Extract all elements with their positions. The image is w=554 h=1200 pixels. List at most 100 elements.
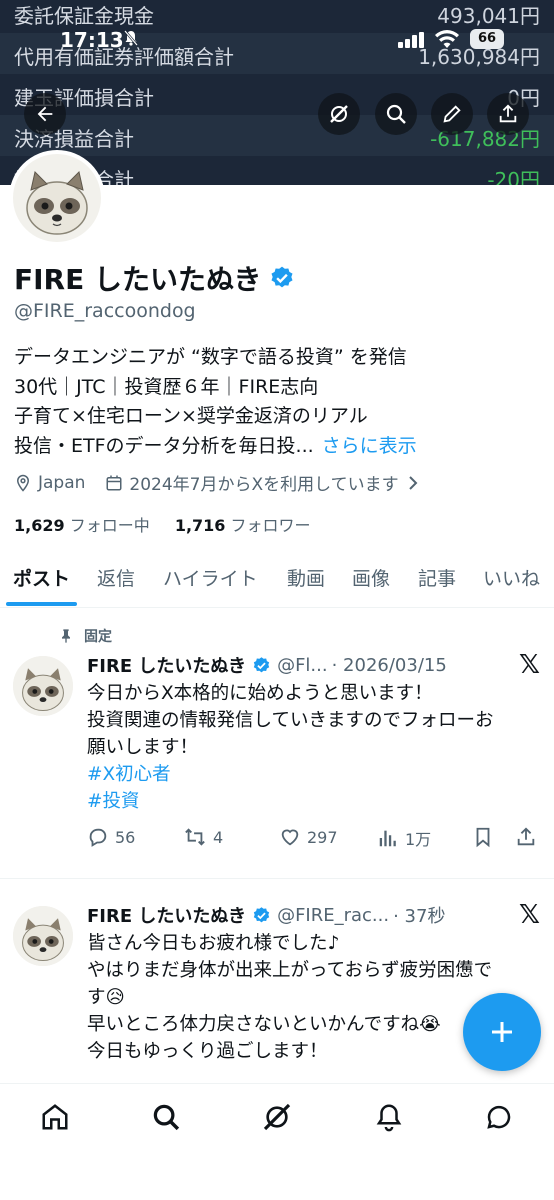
post-line: 願いします！ (87, 737, 199, 758)
bio-line: 30代｜JTC｜投資歴６年｜FIRE志向 (14, 375, 319, 398)
post-avatar[interactable] (13, 906, 73, 966)
followers-link[interactable]: 1,716 フォロワー (175, 516, 311, 535)
share-icon (517, 827, 535, 846)
profile-name: FIRE したいたぬき (14, 258, 295, 298)
pencil-icon (443, 105, 461, 123)
following-link[interactable]: 1,629 フォロー中 (14, 516, 150, 535)
post-time[interactable]: · 37秒 (393, 902, 445, 928)
calendar-icon (106, 475, 122, 490)
like-button[interactable]: 297 (279, 826, 338, 848)
nav-grok[interactable] (260, 1100, 294, 1134)
reply-icon (89, 828, 107, 847)
bell-icon (376, 1104, 402, 1132)
grok-icon (330, 105, 348, 123)
post-actions: 56 4 297 1万 (87, 826, 537, 850)
raccoon-dog-avatar-icon (13, 906, 73, 966)
share-icon (499, 104, 517, 123)
post-line: す😥 (87, 987, 125, 1008)
search-button[interactable] (375, 93, 417, 135)
share-button[interactable] (487, 93, 529, 135)
tab-replies[interactable]: 返信 (97, 564, 135, 591)
verified-badge-icon (271, 266, 293, 288)
repost-icon (185, 828, 205, 846)
followers-count: 1,716 (174, 516, 226, 535)
hashtag-link[interactable]: #X初心者 (87, 761, 537, 788)
hashtag-link[interactable]: #投資 (87, 788, 537, 815)
status-bar: 17:13 66 (0, 0, 554, 60)
bio-line: 投信・ETFのデータ分析を毎日投... (14, 434, 314, 457)
post-header: FIRE したいたぬき @Fl... · 2026/03/15 (87, 652, 447, 678)
profile-meta: Japan 2024年7月からXを利用しています (14, 470, 425, 495)
home-icon (42, 1104, 68, 1130)
nav-search[interactable] (149, 1100, 183, 1134)
post-text: 今日からX本格的に始めようと思います！ 投資関連の情報発信していきますのでフォロ… (87, 680, 537, 815)
profile-name-text: FIRE したいたぬき (14, 263, 262, 296)
following-label: フォロー中 (69, 516, 150, 535)
x-logo-icon[interactable]: 𝕏 (519, 650, 540, 680)
post-line: やはりまだ身体が出来上がっておらず疲労困憊で (87, 960, 493, 981)
following-count: 1,629 (14, 516, 65, 535)
pinned-indicator: 固定 (58, 626, 112, 646)
arrow-left-icon (37, 106, 53, 122)
search-icon (386, 104, 406, 124)
followers-label: フォロワー (230, 516, 311, 535)
post-line: 投資関連の情報発信していきますのでフォローお (87, 710, 494, 731)
bio-line: データエンジニアが “数字で語る投資” を発信 (14, 346, 407, 368)
raccoon-dog-avatar-icon (13, 154, 101, 242)
reply-button[interactable]: 56 (87, 826, 135, 848)
nav-home[interactable] (38, 1100, 72, 1134)
profile-joined[interactable]: 2024年7月からXを利用しています (129, 470, 398, 495)
bookmark-icon (476, 827, 490, 848)
raccoon-dog-avatar-icon (13, 656, 73, 716)
active-tab-indicator (6, 602, 77, 606)
repost-button[interactable]: 4 (183, 826, 223, 848)
verified-badge-icon (253, 656, 270, 672)
post-author-name[interactable]: FIRE したいたぬき (87, 902, 246, 928)
post-author-name[interactable]: FIRE したいたぬき (87, 652, 246, 678)
tab-likes[interactable]: いいね (483, 564, 540, 591)
battery-indicator: 66 (470, 29, 504, 49)
profile-bio: データエンジニアが “数字で語る投資” を発信 30代｜JTC｜投資歴６年｜FI… (14, 343, 417, 461)
edit-button[interactable] (431, 93, 473, 135)
heart-icon (281, 829, 299, 846)
profile-location: Japan (38, 472, 86, 493)
share-post-button[interactable] (515, 826, 537, 848)
post-time[interactable]: · 2026/03/15 (332, 655, 447, 676)
bottom-nav (0, 1083, 554, 1200)
post-line: 皆さん今日もお疲れ様でした♪ (87, 933, 340, 954)
views-count: 1万 (405, 830, 432, 849)
signal-icon (398, 32, 424, 48)
location-icon (16, 474, 30, 492)
views-button[interactable]: 1万 (377, 826, 431, 850)
compose-post-button[interactable] (463, 993, 541, 1071)
back-button[interactable] (24, 93, 66, 135)
search-icon (153, 1104, 180, 1131)
wifi-icon (435, 30, 459, 48)
tab-posts[interactable]: ポスト (13, 564, 70, 591)
status-time: 17:13 (60, 28, 124, 52)
analytics-icon (379, 830, 396, 847)
tab-highlights[interactable]: ハイライト (163, 564, 258, 591)
post-author-handle: @FIRE_rac... (277, 904, 390, 926)
tab-videos[interactable]: 動画 (287, 564, 325, 591)
nav-messages[interactable] (482, 1100, 516, 1134)
post-avatar[interactable] (13, 656, 73, 716)
post-header: FIRE したいたぬき @FIRE_rac... · 37秒 (87, 902, 445, 928)
reply-count: 56 (115, 827, 136, 847)
bell-slash-icon (124, 30, 138, 46)
show-more-link[interactable]: さらに表示 (322, 435, 417, 457)
profile-handle: @FIRE_raccoondog (14, 300, 196, 322)
message-icon (487, 1105, 511, 1129)
x-logo-icon[interactable]: 𝕏 (519, 900, 540, 930)
nav-notifications[interactable] (372, 1100, 406, 1134)
tab-articles[interactable]: 記事 (418, 564, 456, 591)
profile-tabs: ポスト 返信 ハイライト 動画 画像 記事 いいね (0, 556, 554, 608)
plus-icon (492, 1022, 512, 1042)
bookmark-button[interactable] (472, 826, 494, 848)
pin-icon (62, 629, 70, 643)
profile-avatar[interactable] (9, 150, 105, 246)
grok-button[interactable] (318, 93, 360, 135)
bio-line: 子育て×住宅ローン×奨学金返済のリアル (14, 405, 368, 427)
follow-stats: 1,629 フォロー中 1,716 フォロワー (14, 512, 311, 536)
tab-images[interactable]: 画像 (352, 564, 390, 591)
